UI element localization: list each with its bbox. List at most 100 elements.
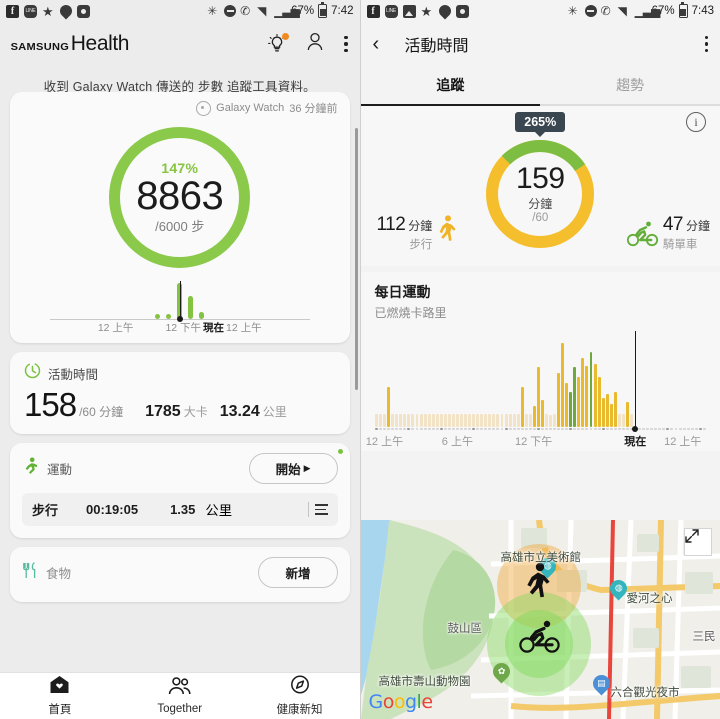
- expand-icon[interactable]: [684, 528, 712, 556]
- exercise-card[interactable]: 運動 開始 ▶ 步行 00:19:05 1.35 公里: [10, 443, 350, 538]
- add-food-button[interactable]: 新增: [258, 557, 338, 588]
- axis-tick: [617, 427, 621, 430]
- activity-time-card[interactable]: 活動時間 158 /60 分鐘 1785 大卡 13.24 公里: [10, 352, 350, 434]
- axis-tick: [613, 427, 617, 430]
- axis-tick: [472, 427, 476, 430]
- steps-ring-wrap: 147% 8863 /6000 步: [22, 120, 338, 275]
- axis-tick: [435, 427, 439, 430]
- daily-bar: [536, 367, 540, 427]
- brand-health: Health: [70, 32, 130, 55]
- disc-icon: [455, 4, 469, 18]
- mini-axis-left: 12 上午: [97, 322, 134, 334]
- axis-tick: [391, 427, 395, 430]
- axis-tick: [642, 427, 646, 430]
- home-heart-icon: [49, 675, 70, 699]
- exercise-record-row[interactable]: 步行 00:19:05 1.35 公里: [22, 493, 338, 526]
- mini-chart-bar: [199, 311, 205, 319]
- map-pin-night-market[interactable]: ▤: [588, 671, 614, 696]
- bike-top: 47 分鐘: [663, 214, 710, 236]
- nav-item-discover[interactable]: 健康新知: [240, 673, 360, 719]
- donut-center-text: 159 分鐘 /60: [480, 134, 600, 254]
- map-pin-zoo[interactable]: ✿: [488, 659, 514, 684]
- steps-source-row: Galaxy Watch 36 分鐘前: [22, 100, 338, 116]
- axis-tick: [484, 427, 488, 430]
- axis-tick: [540, 427, 544, 430]
- exercise-duration: 00:19:05: [86, 502, 139, 517]
- activity-distance-unit: 公里: [262, 405, 287, 419]
- tab-trends[interactable]: 趨勢: [540, 66, 720, 104]
- nav-label-discover: 健康新知: [276, 704, 323, 716]
- daily-bar: [569, 392, 573, 427]
- steps-ring-text: 147% 8863 /6000 步: [102, 120, 257, 275]
- daily-bar: [565, 382, 569, 427]
- daily-bar: [411, 413, 415, 427]
- axis-tick: [694, 427, 698, 430]
- drop-icon: [57, 2, 75, 20]
- map-label: 三民: [692, 631, 716, 643]
- exercise-mode: 步行: [32, 503, 59, 518]
- exercise-card-header: 運動 開始 ▶: [22, 453, 338, 484]
- map-pin-love-river[interactable]: ◍: [605, 576, 631, 601]
- signal-icon: ▁▃▅: [274, 3, 300, 18]
- axis-tick: [476, 427, 480, 430]
- app-bar-actions: [268, 32, 348, 56]
- steps-card[interactable]: Galaxy Watch 36 分鐘前 147% 8863 /6000 步 12…: [10, 92, 350, 343]
- daily-bar: [630, 413, 633, 427]
- exercise-distance-unit: 公里: [205, 503, 233, 518]
- exercise-list-button[interactable]: [307, 502, 328, 517]
- star-icon: ★: [420, 3, 433, 19]
- status-bar-left: f LINE ★ ✳ ✆ ◥ ▁▃▅ 67% 7:42: [0, 0, 360, 22]
- kebab-icon[interactable]: [704, 35, 708, 53]
- info-icon[interactable]: i: [686, 112, 706, 132]
- axis-tick: [589, 427, 593, 430]
- start-exercise-button[interactable]: 開始 ▶: [248, 453, 338, 484]
- detail-header: ‹ 活動時間: [360, 22, 720, 66]
- axis-tick: [443, 427, 447, 430]
- axis-tick: [480, 427, 484, 430]
- axis-tick: [549, 427, 553, 430]
- cutlery-icon: [22, 561, 38, 584]
- activity-map[interactable]: ◍ ✿ ▤ ◍ Google 高雄市立美術館 愛河之心 鼓山區 三民 高雄市壽山動物園六…: [360, 520, 720, 719]
- activity-calories: 1785: [145, 403, 181, 420]
- home-scroll-area[interactable]: Galaxy Watch 36 分鐘前 147% 8863 /6000 步 12…: [0, 92, 360, 673]
- bulb-icon[interactable]: [268, 33, 290, 54]
- axis-tick: [698, 427, 702, 430]
- axis-tick: [419, 427, 423, 430]
- nav-item-home[interactable]: 首頁: [0, 673, 120, 719]
- axis-tick: [411, 427, 415, 430]
- list-icon: [314, 503, 328, 516]
- daily-bar: [504, 413, 508, 427]
- walk-label: 步行: [409, 239, 433, 251]
- watch-icon: [196, 100, 212, 116]
- food-card-header: 食物 新增: [22, 557, 338, 588]
- daily-bar: [484, 413, 488, 427]
- status-system-icons-right: ✳ ✆ ◥ ▁▃▅ 67% 7:43: [568, 2, 714, 18]
- mini-chart-bar: [166, 313, 172, 319]
- wifi-icon: ◥: [617, 3, 627, 18]
- call-icon: ✆: [600, 3, 611, 18]
- daily-bar: [464, 413, 468, 427]
- map-label: 高雄市立美術館: [500, 552, 582, 564]
- daily-now-dot: [632, 426, 639, 432]
- activity-donut-section: i 265% 112 分鐘 步行 159 分鐘 /60 47 分鐘 騎單車: [360, 106, 720, 266]
- food-card[interactable]: 食物 新增: [10, 547, 350, 602]
- tab-tracking[interactable]: 追蹤: [361, 66, 541, 104]
- nav-item-together[interactable]: Together: [120, 673, 240, 719]
- back-chevron-icon[interactable]: ‹: [373, 34, 395, 54]
- axis-tick: [500, 427, 504, 430]
- steps-mini-chart: 12 上午 12 下午 現在 12 上午: [22, 281, 338, 334]
- mini-axis-now: 現在: [203, 322, 225, 334]
- axis-tick: [508, 427, 512, 430]
- daily-bar: [383, 413, 387, 427]
- daily-bar: [621, 413, 625, 427]
- profile-icon[interactable]: [306, 32, 324, 56]
- axis-tick: [666, 427, 670, 430]
- daily-bar: [589, 352, 593, 427]
- axis-tick: [488, 427, 492, 430]
- bottom-navigation: 首頁 Together 健康新知: [0, 672, 360, 719]
- axis-tick: [702, 427, 706, 430]
- mini-chart-now-line: [179, 281, 181, 319]
- kebab-icon[interactable]: [344, 35, 348, 53]
- vertical-scrollbar[interactable]: [354, 128, 358, 390]
- start-label: 開始: [275, 463, 301, 477]
